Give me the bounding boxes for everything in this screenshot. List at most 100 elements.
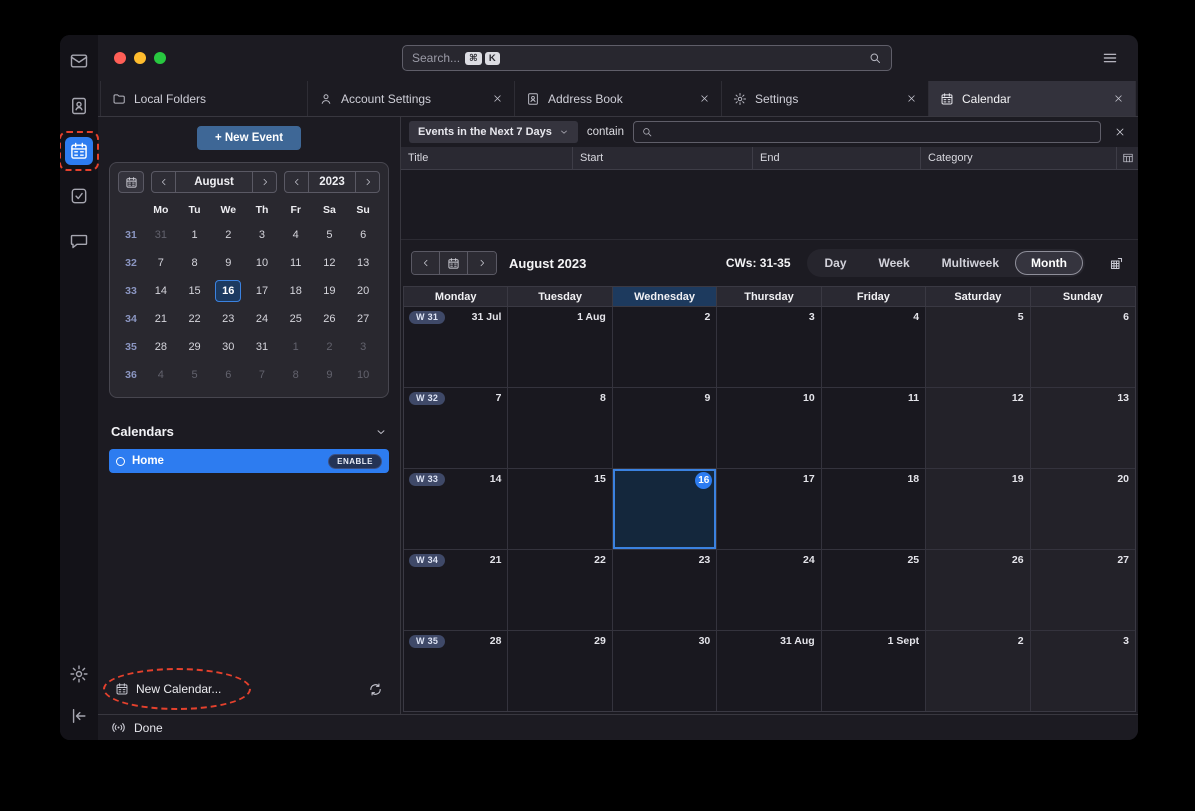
next-period-button[interactable] xyxy=(468,252,496,274)
day-cell[interactable]: 9 xyxy=(613,388,717,468)
mini-day-cell[interactable]: 9 xyxy=(316,364,342,386)
zoom-window-button[interactable] xyxy=(154,52,166,64)
mini-day-cell[interactable]: 3 xyxy=(350,336,376,358)
view-day-button[interactable]: Day xyxy=(809,251,863,275)
mini-day-cell[interactable]: 4 xyxy=(283,224,309,246)
close-window-button[interactable] xyxy=(114,52,126,64)
tab-settings[interactable]: Settings xyxy=(722,81,929,116)
next-month-button[interactable] xyxy=(253,172,276,192)
sidebar-item-tasks[interactable] xyxy=(65,182,93,210)
mini-calendar-today-button[interactable] xyxy=(118,171,144,193)
view-multiweek-button[interactable]: Multiweek xyxy=(926,251,1015,275)
mini-day-cell[interactable]: 9 xyxy=(215,252,241,274)
chevron-down-icon[interactable] xyxy=(375,426,387,438)
day-cell[interactable]: 8 xyxy=(508,388,612,468)
mini-day-cell[interactable]: 27 xyxy=(350,308,376,330)
day-cell[interactable]: 16 xyxy=(613,469,717,549)
mini-day-cell[interactable]: 18 xyxy=(283,280,309,302)
day-cell[interactable]: 22 xyxy=(508,550,612,630)
day-cell[interactable]: 1 Aug xyxy=(508,307,612,387)
day-cell[interactable]: 1 Sept xyxy=(822,631,926,711)
column-header-category[interactable]: Category xyxy=(921,147,1117,169)
tab-account-settings[interactable]: Account Settings xyxy=(308,81,515,116)
day-cell[interactable]: 24 xyxy=(717,550,821,630)
day-cell[interactable]: 11 xyxy=(822,388,926,468)
mini-day-cell[interactable]: 30 xyxy=(215,336,241,358)
column-picker-button[interactable] xyxy=(1117,147,1138,169)
mini-day-cell[interactable]: 2 xyxy=(316,336,342,358)
mini-day-cell[interactable]: 7 xyxy=(249,364,275,386)
mini-day-cell[interactable]: 15 xyxy=(182,280,208,302)
minimize-window-button[interactable] xyxy=(134,52,146,64)
mini-day-cell[interactable]: 6 xyxy=(215,364,241,386)
mini-day-cell[interactable]: 8 xyxy=(182,252,208,274)
day-cell[interactable]: 15 xyxy=(508,469,612,549)
day-cell[interactable]: 30 xyxy=(613,631,717,711)
day-cell[interactable]: 29 xyxy=(508,631,612,711)
day-cell[interactable]: 10 xyxy=(717,388,821,468)
mini-day-cell[interactable]: 26 xyxy=(316,308,342,330)
mini-day-cell[interactable]: 31 xyxy=(249,336,275,358)
event-search-input[interactable] xyxy=(659,125,1093,139)
close-filter-button[interactable] xyxy=(1110,122,1130,142)
calendar-list-item[interactable]: HomeENABLE xyxy=(109,449,389,473)
day-cell[interactable]: 20 xyxy=(1031,469,1135,549)
mini-day-cell[interactable]: 11 xyxy=(283,252,309,274)
mini-day-cell[interactable]: 20 xyxy=(350,280,376,302)
day-cell[interactable]: 6 xyxy=(1031,307,1135,387)
mini-day-cell[interactable]: 7 xyxy=(148,252,174,274)
day-cell[interactable]: W 3528 xyxy=(404,631,508,711)
day-cell[interactable]: W 3421 xyxy=(404,550,508,630)
mini-day-cell[interactable]: 19 xyxy=(316,280,342,302)
next-year-button[interactable] xyxy=(356,172,379,192)
sidebar-item-settings[interactable] xyxy=(65,660,93,688)
column-header-end[interactable]: End xyxy=(753,147,921,169)
sidebar-item-calendar[interactable] xyxy=(65,137,93,165)
mini-day-cell[interactable]: 2 xyxy=(215,224,241,246)
mini-day-cell[interactable]: 31 xyxy=(148,224,174,246)
sync-calendars-button[interactable] xyxy=(364,678,387,701)
app-menu-button[interactable] xyxy=(1098,46,1122,70)
today-button[interactable] xyxy=(440,252,468,274)
mini-day-cell[interactable]: 25 xyxy=(283,308,309,330)
day-cell[interactable]: 27 xyxy=(1031,550,1135,630)
mini-day-cell[interactable]: 5 xyxy=(182,364,208,386)
mini-day-cell[interactable]: 28 xyxy=(148,336,174,358)
tab-close-icon[interactable] xyxy=(1113,93,1124,104)
tab-local-folders[interactable]: Local Folders xyxy=(100,81,308,116)
sidebar-item-chat[interactable] xyxy=(65,227,93,255)
sidebar-item-collapse[interactable] xyxy=(65,702,93,730)
mini-day-cell[interactable]: 12 xyxy=(316,252,342,274)
mini-day-cell[interactable]: 22 xyxy=(182,308,208,330)
mini-day-cell[interactable]: 17 xyxy=(249,280,275,302)
mini-day-cell[interactable]: 10 xyxy=(350,364,376,386)
tab-close-icon[interactable] xyxy=(906,93,917,104)
mini-day-cell[interactable]: 10 xyxy=(249,252,275,274)
global-search-field[interactable]: Search... ⌘K xyxy=(402,45,892,71)
prev-month-button[interactable] xyxy=(152,172,175,192)
calendar-enable-badge[interactable]: ENABLE xyxy=(328,454,382,469)
mini-day-cell[interactable]: 5 xyxy=(316,224,342,246)
tab-address-book[interactable]: Address Book xyxy=(515,81,722,116)
mini-day-cell[interactable]: 1 xyxy=(283,336,309,358)
event-filter-dropdown[interactable]: Events in the Next 7 Days xyxy=(409,121,578,143)
event-search-field[interactable] xyxy=(633,121,1101,143)
tab-close-icon[interactable] xyxy=(699,93,710,104)
day-cell[interactable]: W 327 xyxy=(404,388,508,468)
mini-day-cell[interactable]: 6 xyxy=(350,224,376,246)
view-month-button[interactable]: Month xyxy=(1015,251,1083,275)
day-cell[interactable]: 26 xyxy=(926,550,1030,630)
mini-day-cell[interactable]: 4 xyxy=(148,364,174,386)
day-cell[interactable]: 19 xyxy=(926,469,1030,549)
column-header-start[interactable]: Start xyxy=(573,147,753,169)
day-cell[interactable]: 4 xyxy=(822,307,926,387)
tab-close-icon[interactable] xyxy=(492,93,503,104)
day-cell[interactable]: 17 xyxy=(717,469,821,549)
mini-day-cell[interactable]: 24 xyxy=(249,308,275,330)
day-cell[interactable]: 2 xyxy=(926,631,1030,711)
day-cell[interactable]: 2 xyxy=(613,307,717,387)
day-cell[interactable]: 18 xyxy=(822,469,926,549)
mini-day-cell[interactable]: 1 xyxy=(182,224,208,246)
day-cell[interactable]: 31 Aug xyxy=(717,631,821,711)
new-calendar-button[interactable]: New Calendar... xyxy=(111,677,225,701)
